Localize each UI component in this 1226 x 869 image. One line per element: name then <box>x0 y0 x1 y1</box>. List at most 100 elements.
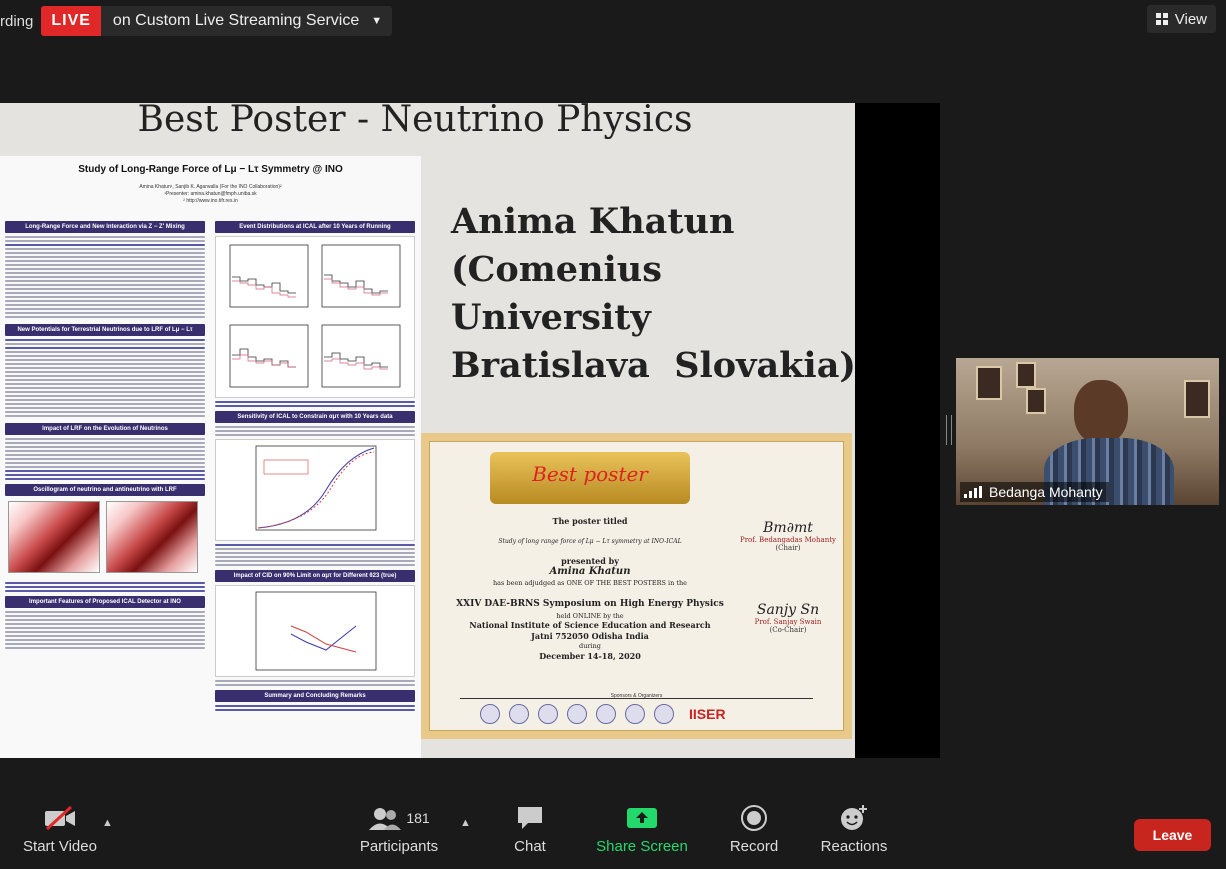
participants-label: Participants <box>359 838 439 855</box>
shared-screen: Best Poster - Neutrino Physics Study of … <box>0 103 940 758</box>
poster-section-heading: Important Features of Proposed ICAL Dete… <box>5 596 205 608</box>
poster-text-block <box>215 705 415 711</box>
poster-text-block <box>215 680 415 686</box>
iiser-logo: IISER <box>689 706 726 722</box>
certificate-institute: National Institute of Science Education … <box>469 620 711 630</box>
cochair-signature: Sanjy Sn <box>756 602 820 618</box>
split-view-handle[interactable] <box>946 415 952 445</box>
poster-section-heading: Impact of LRF on the Evolution of Neutri… <box>5 423 205 435</box>
poster-text-block <box>5 582 205 592</box>
reactions-button[interactable]: Reactions <box>818 803 890 855</box>
sensitivity-plot <box>215 439 415 541</box>
poster-section-heading: Event Distributions at ICAL after 10 Yea… <box>215 221 415 233</box>
oscillogram-heatmap <box>106 501 198 573</box>
reactions-icon <box>818 803 890 833</box>
sponsor-logo-icon <box>538 704 558 724</box>
signal-strength-icon <box>964 486 982 498</box>
participant-face <box>1074 380 1128 444</box>
oscillogram-plots <box>5 499 205 580</box>
start-video-label: Start Video <box>23 838 97 855</box>
poster-text-block <box>5 438 205 480</box>
poster-authors: Amina Khatun¹, Sanjib K. Agarwalla (For … <box>0 184 421 205</box>
cochair-signature-block: Sanjy Sn Prof. Sanjay Swain (Co-Chair) <box>728 602 848 634</box>
reactions-label: Reactions <box>820 838 888 855</box>
sponsor-logo-icon <box>509 704 529 724</box>
poster-section-heading: Long-Range Force and New Interaction via… <box>5 221 205 233</box>
participants-options-chevron-icon[interactable]: ▲ <box>460 817 471 829</box>
live-badge: LIVE <box>41 6 101 36</box>
poster-presenter-line: ¹Presenter: amina.khatun@fmph.uniba.sk <box>164 191 257 197</box>
poster-text-block <box>5 339 205 417</box>
certificate-place: Jatni 752050 Odisha India <box>531 631 649 641</box>
certificate-dates: December 14-18, 2020 <box>539 651 641 661</box>
record-label: Record <box>729 838 779 855</box>
participant-name-tag: Bedanga Mohanty <box>960 482 1109 502</box>
leave-button[interactable]: Leave <box>1134 819 1211 851</box>
view-button[interactable]: View <box>1146 5 1216 33</box>
poster-section-heading: Sensitivity of ICAL to Constrain αμτ wit… <box>215 411 415 423</box>
certificate-line: presented by <box>561 556 619 566</box>
chair-name: Prof. Bedangadas Mohanty <box>740 536 836 544</box>
participants-button[interactable]: 181 Participants <box>357 803 441 855</box>
chat-icon <box>505 803 555 833</box>
certificate-poster-title: Study of long range force of Lμ − Lτ sym… <box>498 538 682 545</box>
participant-name: Bedanga Mohanty <box>989 484 1103 500</box>
start-video-button[interactable]: Start Video <box>22 803 98 855</box>
share-screen-icon <box>595 803 689 833</box>
poster-section-heading: New Potentials for Terrestrial Neutrinos… <box>5 324 205 336</box>
cochair-role: (Co-Chair) <box>769 626 807 634</box>
live-service-label: on Custom Live Streaming Service <box>112 12 360 29</box>
cid-limit-plot <box>215 585 415 677</box>
record-button[interactable]: Record <box>725 803 783 855</box>
share-screen-button[interactable]: Share Screen <box>595 803 689 855</box>
recording-label: rding <box>0 12 34 30</box>
poster-section-heading: Summary and Concluding Remarks <box>215 690 415 702</box>
ribbon-text: Best poster <box>532 462 648 486</box>
poster-text-block <box>215 544 415 566</box>
presentation-slide: Best Poster - Neutrino Physics Study of … <box>0 103 855 758</box>
certificate-line: has been adjudged as ONE OF THE BEST POS… <box>492 579 688 587</box>
chat-label: Chat <box>514 838 546 855</box>
sponsor-logo-icon <box>596 704 616 724</box>
poster-text-block <box>5 236 205 318</box>
event-histograms <box>229 244 401 388</box>
chat-button[interactable]: Chat <box>505 803 555 855</box>
poster-text-block <box>215 401 415 407</box>
poster-title: Study of Long-Range Force of Lμ − Lτ Sym… <box>78 164 343 175</box>
video-options-chevron-icon[interactable]: ▲ <box>102 817 113 829</box>
live-stream-dropdown[interactable]: LIVE on Custom Live Streaming Service ▼ <box>41 6 393 36</box>
poster-left-column: Long-Range Force and New Interaction via… <box>5 221 205 651</box>
sponsor-logo-icon <box>567 704 587 724</box>
chair-signature-block: Bm∂mt Prof. Bedangadas Mohanty (Chair) <box>728 520 848 552</box>
sponsors-label: Sponsors & Organizers <box>610 693 663 699</box>
event-distribution-plots <box>215 236 415 398</box>
chair-role: (Chair) <box>775 544 801 552</box>
wall-frame <box>1184 380 1210 418</box>
recording-status-bar: rding LIVE on Custom Live Streaming Serv… <box>0 6 393 36</box>
share-screen-label: Share Screen <box>596 838 688 855</box>
sponsor-logo-icon <box>625 704 645 724</box>
participant-video-tile[interactable]: Bedanga Mohanty <box>956 358 1219 505</box>
participants-count: 181 <box>406 810 430 826</box>
certificate-line: held ONLINE by the <box>556 612 624 620</box>
slide-title: Best Poster - Neutrino Physics <box>137 103 693 140</box>
certificate-symposium: XXIV DAE-BRNS Symposium on High Energy P… <box>456 599 724 609</box>
video-off-icon <box>22 803 98 833</box>
participants-icon <box>369 808 402 830</box>
sponsor-logo-icon <box>654 704 674 724</box>
chevron-down-icon: ▼ <box>371 15 383 27</box>
poster-text-block <box>5 611 205 649</box>
sponsor-logo-icon <box>480 704 500 724</box>
record-icon <box>725 803 783 833</box>
poster-image: Study of Long-Range Force of Lμ − Lτ Sym… <box>0 156 421 758</box>
poster-author-line: Amina Khatun¹, Sanjib K. Agarwalla (For … <box>139 184 282 190</box>
chair-signature: Bm∂mt <box>763 520 813 536</box>
sponsor-logos: IISER <box>480 704 726 724</box>
wall-frame <box>1016 362 1036 388</box>
certificate-line: The poster titled <box>552 516 628 526</box>
best-poster-ribbon: Best poster <box>490 452 690 504</box>
certificate-image: Best poster The poster titled Study of l… <box>421 433 852 739</box>
grid-view-icon <box>1155 13 1168 25</box>
sensitivity-curve <box>255 445 377 531</box>
wall-frame <box>976 366 1002 400</box>
